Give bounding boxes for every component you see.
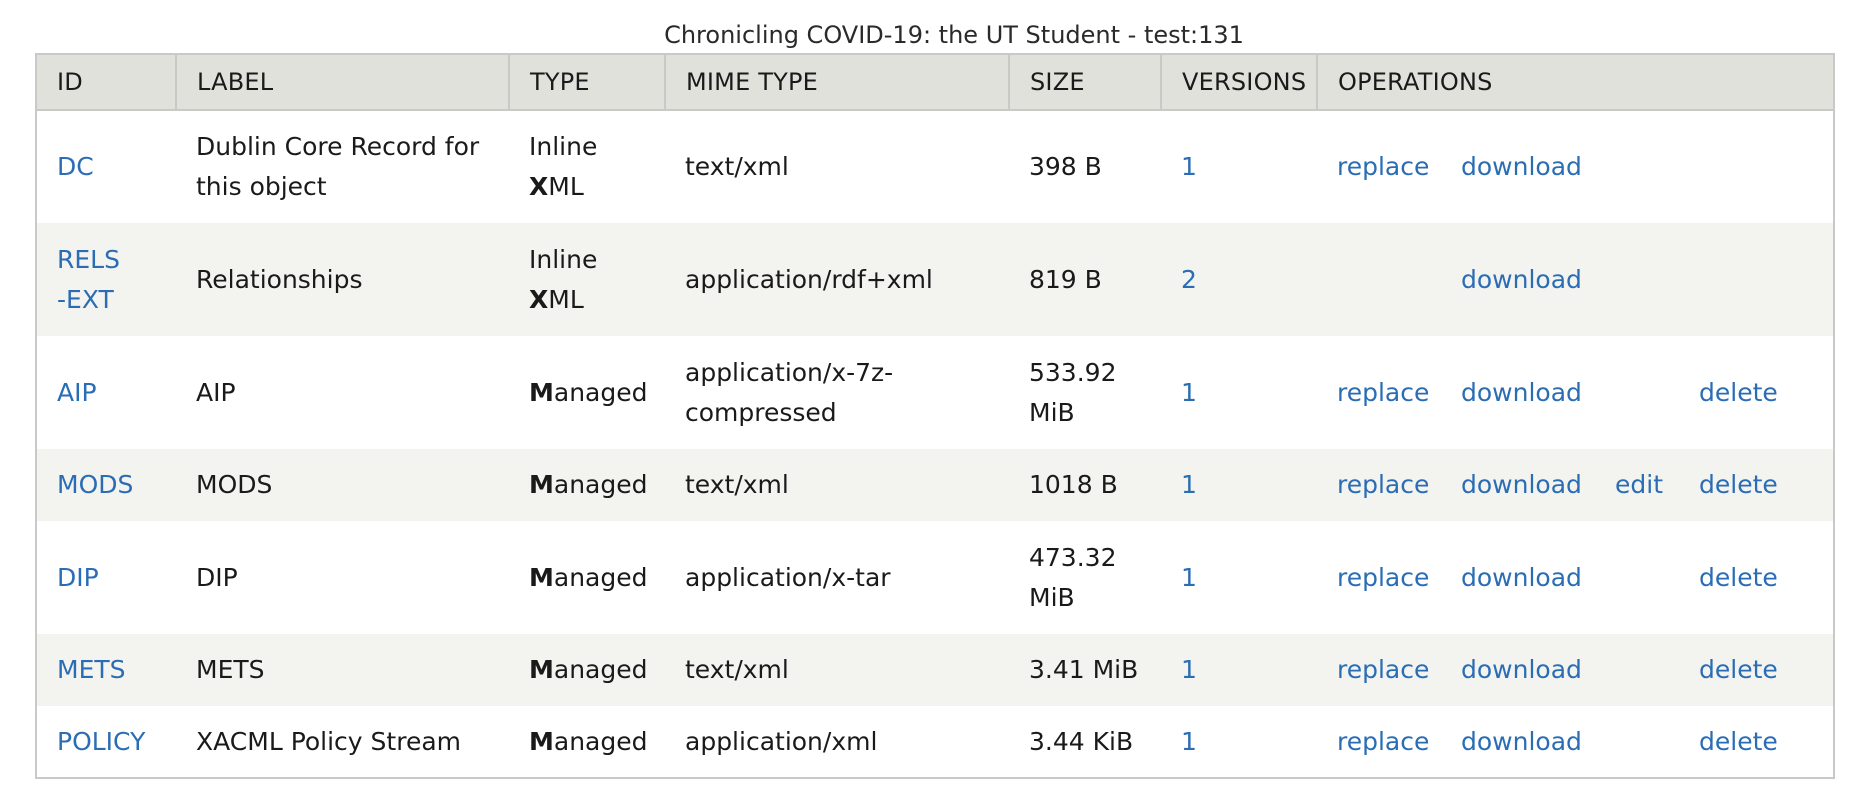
replace-link[interactable]: replace	[1337, 722, 1429, 762]
column-header-mime-type: MIME TYPE	[665, 54, 1010, 111]
datastream-mime-type: application/x-tar	[685, 562, 891, 592]
download-link[interactable]: download	[1461, 650, 1582, 690]
datastream-size: 398 B	[1029, 152, 1102, 181]
edit-link[interactable]: edit	[1615, 465, 1663, 505]
table-header-row: ID LABEL TYPE MIME TYPE SIZE VERSIONS OP…	[36, 54, 1834, 111]
operations-cell: replace download edit delete	[1337, 465, 1813, 505]
datastream-label: AIP	[196, 377, 236, 407]
datastream-label: Dublin Core Record for this object	[196, 132, 480, 201]
download-link[interactable]: download	[1461, 373, 1582, 413]
versions-link[interactable]: 1	[1181, 378, 1197, 407]
datastream-id-link[interactable]: AIP	[57, 378, 97, 407]
versions-link[interactable]: 1	[1181, 152, 1197, 181]
table-row: AIP AIP Managed application/x-7z-compres…	[36, 336, 1834, 449]
column-header-versions: VERSIONS	[1161, 54, 1318, 111]
datastream-size: 1018 B	[1029, 470, 1118, 499]
operations-cell: replace download delete	[1337, 558, 1813, 598]
versions-link[interactable]: 2	[1181, 265, 1197, 294]
table-row: MODS MODS Managed text/xml 1018 B 1 repl…	[36, 449, 1834, 521]
datastream-id-link[interactable]: DC	[57, 152, 94, 181]
table-caption: Chronicling COVID-19: the UT Student - t…	[664, 21, 1244, 49]
versions-link[interactable]: 1	[1181, 727, 1197, 756]
operations-cell: replace download delete	[1337, 650, 1813, 690]
delete-link[interactable]: delete	[1699, 650, 1778, 690]
datastream-mime-type: application/xml	[685, 726, 878, 756]
replace-link[interactable]: replace	[1337, 650, 1429, 690]
operations-cell: replace download delete	[1337, 722, 1813, 762]
download-link[interactable]: download	[1461, 722, 1582, 762]
replace-link[interactable]: replace	[1337, 147, 1429, 187]
replace-link[interactable]: replace	[1337, 373, 1429, 413]
datastream-size: 3.44 KiB	[1029, 726, 1134, 756]
datastream-id-link[interactable]: RELS-EXT	[57, 240, 127, 320]
column-header-size: SIZE	[1009, 54, 1162, 111]
versions-link[interactable]: 1	[1181, 655, 1197, 684]
datastream-label: XACML Policy Stream	[196, 726, 462, 756]
column-header-type: TYPE	[509, 54, 666, 111]
datastream-id-link[interactable]: METS	[57, 655, 126, 684]
download-link[interactable]: download	[1461, 558, 1582, 598]
datastreams-table: ID LABEL TYPE MIME TYPE SIZE VERSIONS OP…	[35, 53, 1835, 779]
datastream-type: Inline XML	[529, 244, 598, 314]
table-row: POLICY XACML Policy Stream Managed appli…	[36, 706, 1834, 778]
datastream-size: 819 B	[1029, 264, 1102, 294]
operations-cell: download	[1337, 260, 1813, 300]
datastream-type: Managed	[529, 377, 648, 407]
datastream-type: Inline XML	[529, 132, 598, 201]
column-header-operations: OPERATIONS	[1317, 54, 1834, 111]
download-link[interactable]: download	[1461, 465, 1582, 505]
datastream-size: 533.92 MiB	[1029, 357, 1117, 427]
operations-cell: replace download	[1337, 147, 1813, 187]
versions-link[interactable]: 1	[1181, 563, 1197, 592]
delete-link[interactable]: delete	[1699, 465, 1778, 505]
download-link[interactable]: download	[1461, 147, 1582, 187]
datastream-label: Relationships	[196, 264, 363, 294]
datastream-label: DIP	[196, 562, 238, 592]
datastream-mime-type: text/xml	[685, 470, 789, 499]
table-row: DC Dublin Core Record for this object In…	[36, 110, 1834, 223]
replace-link[interactable]: replace	[1337, 465, 1429, 505]
datastream-mime-type: text/xml	[685, 152, 789, 181]
datastream-id-link[interactable]: MODS	[57, 470, 133, 499]
datastream-id-link[interactable]: DIP	[57, 563, 99, 592]
column-header-label: LABEL	[176, 54, 510, 111]
datastream-id-link[interactable]: POLICY	[57, 727, 145, 756]
datastream-size: 473.32 MiB	[1029, 542, 1117, 612]
datastream-type: Managed	[529, 470, 648, 499]
delete-link[interactable]: delete	[1699, 373, 1778, 413]
datastream-type: Managed	[529, 655, 648, 684]
datastream-size: 3.41 MiB	[1029, 655, 1139, 684]
datastream-label: MODS	[196, 470, 273, 499]
datastream-mime-type: text/xml	[685, 655, 789, 684]
table-row: RELS-EXT Relationships Inline XML applica…	[36, 223, 1834, 336]
table-row: DIP DIP Managed application/x-tar 473.32…	[36, 521, 1834, 634]
column-header-id: ID	[36, 54, 177, 111]
datastream-mime-type: application/x-7z-compressed	[685, 357, 894, 427]
replace-link[interactable]: replace	[1337, 558, 1429, 598]
datastream-label: METS	[196, 655, 265, 684]
datastreams-panel: Chronicling COVID-19: the UT Student - t…	[35, 17, 1835, 779]
delete-link[interactable]: delete	[1699, 558, 1778, 598]
download-link[interactable]: download	[1461, 260, 1582, 300]
delete-link[interactable]: delete	[1699, 722, 1778, 762]
table-row: METS METS Managed text/xml 3.41 MiB 1 re…	[36, 634, 1834, 706]
operations-cell: replace download delete	[1337, 373, 1813, 413]
versions-link[interactable]: 1	[1181, 470, 1197, 499]
datastream-type: Managed	[529, 562, 648, 592]
datastream-type: Managed	[529, 726, 648, 756]
datastream-mime-type: application/rdf+xml	[685, 264, 933, 294]
